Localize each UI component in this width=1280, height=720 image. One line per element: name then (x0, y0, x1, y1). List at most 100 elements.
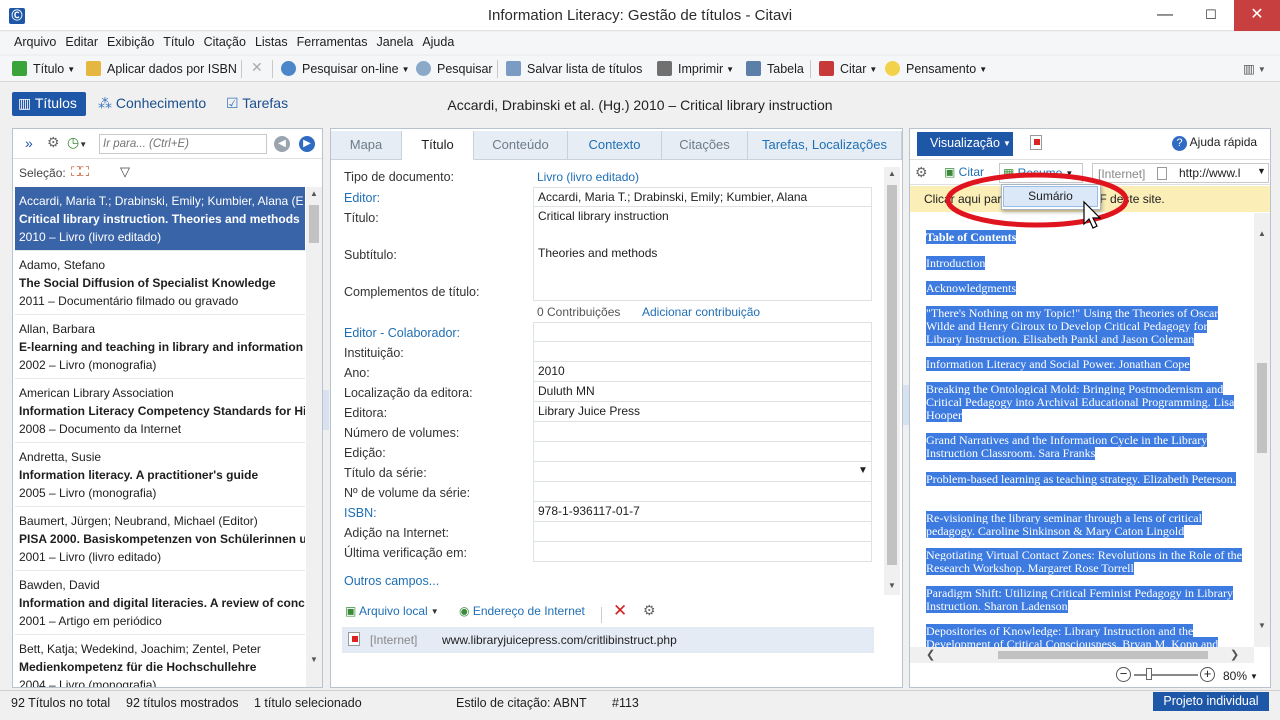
scroll-thumb[interactable] (998, 651, 1208, 659)
scroll-left-icon[interactable]: ❮ (926, 648, 935, 661)
back-arrow-icon[interactable]: ◀ (274, 136, 290, 152)
tab-mapa[interactable]: Mapa (331, 131, 402, 160)
coeditor-label[interactable]: Editor - Colaborador: (344, 326, 460, 340)
tab-citacoes[interactable]: Citações (662, 131, 748, 160)
list-item[interactable]: Bawden, David Information and digital lit… (15, 571, 305, 635)
apply-isbn-button[interactable]: Aplicar dados por ISBN (86, 61, 237, 76)
preview-scrollbar-v[interactable]: ▲ ▼ (1254, 213, 1270, 647)
web-added-field[interactable] (533, 522, 872, 542)
scroll-thumb[interactable] (309, 205, 319, 243)
maximize-button[interactable]: ☐ (1188, 0, 1234, 31)
location-url[interactable]: www.libraryjuicepress.com/critlibinstruc… (442, 633, 677, 647)
scroll-down-icon[interactable]: ▼ (1258, 621, 1266, 630)
menu-exibicao[interactable]: Exibição (102, 32, 158, 49)
pdf-preview[interactable]: Table of Contents Introduction Acknowledgm… (910, 213, 1254, 647)
forward-arrow-icon[interactable]: ▶ (299, 136, 315, 152)
toc-entry[interactable]: Information Literacy and Social Power. J… (926, 357, 1242, 371)
zoom-slider-thumb[interactable] (1146, 668, 1152, 680)
status-citation-style[interactable]: Estilo de citação: ABNT (456, 696, 587, 710)
delete-icon[interactable]: ✕ (613, 601, 627, 621)
add-contribution-link[interactable]: Adicionar contribuição (642, 305, 760, 319)
toc-entry[interactable]: Negotiating Virtual Contact Zones: Revol… (926, 548, 1243, 575)
toc-entry[interactable]: "There's Nothing on my Topic!" Using the… (926, 306, 1242, 346)
tab-tarefas[interactable]: ☑ Tarefas (220, 92, 296, 116)
list-item[interactable]: American Library Association Information … (15, 379, 305, 443)
goto-input[interactable] (99, 134, 267, 154)
edition-field[interactable] (533, 442, 872, 462)
title-field[interactable]: Critical library instruction (533, 207, 872, 245)
menu-listas[interactable]: Listas (250, 32, 292, 49)
delete-icon[interactable]: ✕ (251, 59, 263, 76)
toc-entry[interactable]: Re-visioning the library seminar through… (926, 511, 1242, 538)
collapse-icon[interactable]: » (25, 135, 33, 151)
zoom-out-icon[interactable]: − (1116, 667, 1131, 682)
tab-tarefas-localizacoes[interactable]: Tarefas, Localizações (748, 131, 902, 160)
editor-scrollbar[interactable]: ▲ ▼ (884, 167, 900, 595)
splitter-handle[interactable] (323, 390, 329, 430)
isbn-field[interactable]: 978-1-936117-01-7 (533, 502, 872, 522)
other-fields-link[interactable]: Outros campos... (344, 574, 439, 588)
gear-icon[interactable]: ⚙ (643, 602, 656, 619)
zoom-level[interactable]: 80% ▼ (1223, 669, 1258, 683)
doc-type-link[interactable]: Livro (livro editado) (537, 170, 639, 184)
isbn-label[interactable]: ISBN: (344, 506, 377, 520)
search-button[interactable]: Pesquisar (416, 61, 493, 76)
project-mode-button[interactable]: Projeto individual (1153, 692, 1269, 711)
list-item[interactable]: Bett, Katja; Wedekind, Joachim; Zentel, … (15, 635, 305, 687)
gear-icon[interactable]: ⚙ (47, 134, 60, 151)
menu-ferramentas[interactable]: Ferramentas (292, 32, 372, 49)
table-button[interactable]: Tabela (746, 61, 804, 76)
menu-editar[interactable]: Editar (60, 32, 102, 49)
view-button[interactable]: Visualização ▼ (917, 132, 1013, 156)
tab-titulos[interactable]: ▥ Títulos (12, 92, 86, 116)
list-item[interactable]: Accardi, Maria T.; Drabinski, Emily; Kum… (15, 187, 305, 251)
history-icon[interactable]: ◷▼ (67, 134, 87, 151)
pdf-icon[interactable] (1030, 135, 1042, 150)
menu-arquivo[interactable]: Arquivo (9, 32, 60, 49)
editor-field[interactable]: Accardi, Maria T.; Drabinski, Emily; Kum… (533, 187, 872, 207)
web-address-button[interactable]: ◉ Endereço de Internet (459, 604, 585, 618)
list-item[interactable]: Baumert, Jürgen; Neubrand, Michael (Edit… (15, 507, 305, 571)
zoom-in-icon[interactable]: + (1200, 667, 1215, 682)
scroll-thumb[interactable] (1257, 363, 1267, 453)
series-volume-field[interactable] (533, 482, 872, 502)
location-row[interactable]: [Internet] www.libraryjuicepress.com/cri… (342, 627, 874, 653)
toc-entry[interactable]: Problem-based learning as teaching strat… (926, 472, 1242, 486)
tab-conteudo[interactable]: Conteúdo (474, 131, 568, 160)
new-title-button[interactable]: Título ▼ (12, 61, 75, 76)
print-button[interactable]: Imprimir ▼ (657, 61, 734, 76)
zoom-slider[interactable] (1134, 674, 1198, 676)
toc-entry[interactable]: Breaking the Ontological Mold: Bringing … (926, 382, 1242, 422)
scroll-up-icon[interactable]: ▲ (1258, 229, 1266, 238)
last-checked-field[interactable] (533, 542, 872, 562)
gear-icon[interactable]: ⚙ (915, 164, 928, 181)
scroll-up-icon[interactable]: ▲ (310, 189, 318, 198)
scroll-down-icon[interactable]: ▼ (888, 581, 896, 590)
help-button[interactable]: ? Ajuda rápida (1172, 135, 1257, 151)
scroll-up-icon[interactable]: ▲ (888, 169, 896, 178)
toc-entry[interactable]: Depositories of Knowledge: Library Instr… (926, 624, 1242, 647)
series-field[interactable] (533, 462, 872, 482)
complements-field[interactable] (533, 281, 872, 301)
search-online-button[interactable]: Pesquisar on-line ▼ (281, 61, 410, 76)
toc-entry[interactable]: Grand Narratives and the Information Cyc… (926, 433, 1242, 460)
menu-titulo[interactable]: Título (158, 32, 198, 49)
menu-janela[interactable]: Janela (371, 32, 417, 49)
toc-entry[interactable]: Table of Contents (926, 230, 1242, 244)
series-dropdown-icon[interactable]: ▼ (858, 465, 868, 476)
local-file-button[interactable]: ▣ Arquivo local ▼ (345, 604, 439, 618)
institution-field[interactable] (533, 342, 872, 362)
scroll-thumb[interactable] (887, 185, 897, 565)
list-scrollbar[interactable]: ▲ ▼ (306, 187, 322, 687)
save-list-button[interactable]: Salvar lista de títulos (506, 61, 642, 76)
minimize-button[interactable]: — (1142, 0, 1188, 31)
menu-citacao[interactable]: Citação (199, 32, 250, 49)
list-item[interactable]: Adamo, Stefano The Social Diffusion of Sp… (15, 251, 305, 315)
layout-icon[interactable]: ▥ ▼ (1243, 61, 1266, 76)
subtitle-field[interactable]: Theories and methods (533, 244, 872, 282)
coeditor-field[interactable] (533, 322, 872, 342)
year-field[interactable]: 2010 (533, 362, 872, 382)
volumes-field[interactable] (533, 422, 872, 442)
list-item[interactable]: Allan, Barbara E-learning and teaching in… (15, 315, 305, 379)
list-item[interactable]: Andretta, Susie Information literacy. A p… (15, 443, 305, 507)
